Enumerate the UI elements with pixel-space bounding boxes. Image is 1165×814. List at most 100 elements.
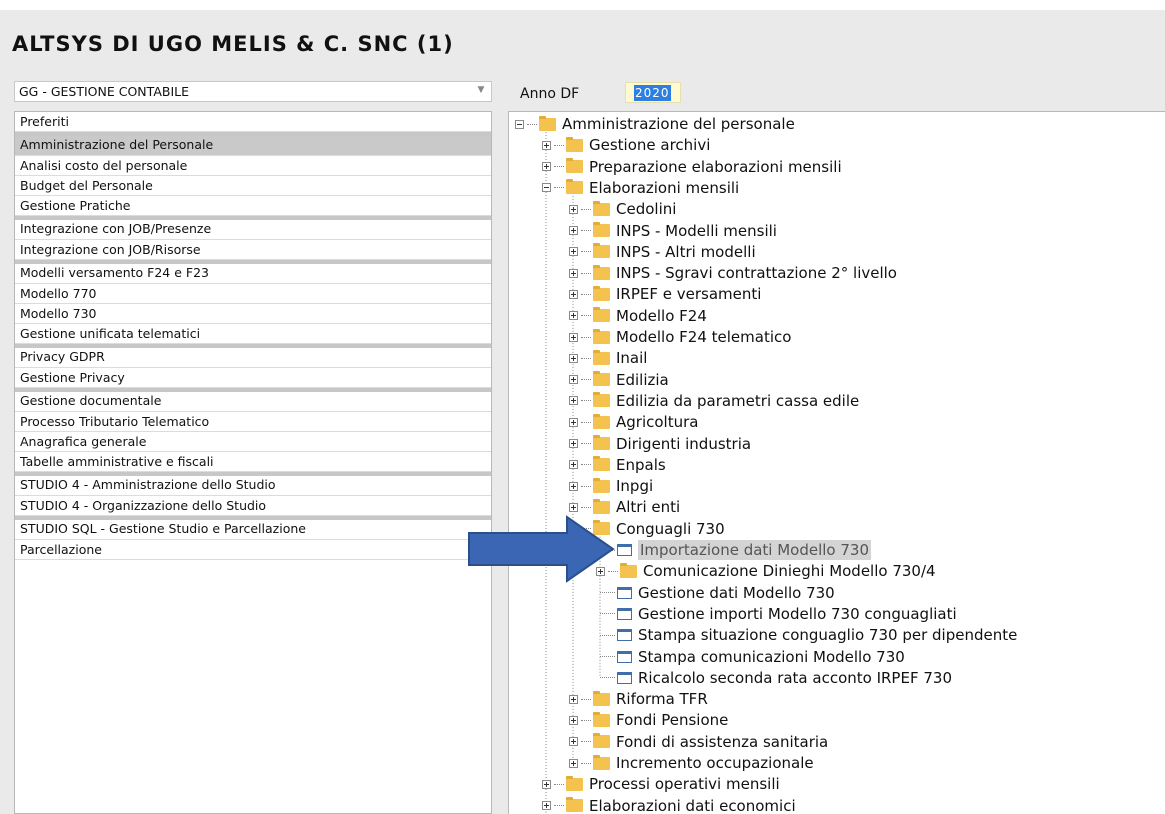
tree-node[interactable]: IRPEF e versamenti <box>569 284 761 304</box>
expand-icon[interactable] <box>569 396 578 406</box>
menu-item[interactable]: Gestione unificata telematici <box>15 324 491 344</box>
tree-node[interactable]: Importazione dati Modello 730 <box>596 540 872 560</box>
window-icon <box>617 544 632 556</box>
folder-icon <box>593 413 610 429</box>
menu-item[interactable]: Parcellazione <box>15 540 491 560</box>
expand-icon[interactable] <box>569 353 578 363</box>
expand-icon[interactable] <box>569 311 578 321</box>
menu-item[interactable]: Budget del Personale <box>15 176 491 196</box>
tree-node-label: INPS - Modelli mensili <box>616 221 777 240</box>
expand-icon[interactable] <box>569 502 578 512</box>
menu-item[interactable]: Modello 730 <box>15 304 491 324</box>
anno-label: Anno DF <box>520 86 580 102</box>
tree-node[interactable]: Stampa comunicazioni Modello 730 <box>596 647 905 667</box>
tree-node[interactable]: Fondi Pensione <box>569 710 728 730</box>
menu-item[interactable]: Modelli versamento F24 e F23 <box>15 260 491 284</box>
expand-icon[interactable] <box>569 460 578 470</box>
expand-icon[interactable] <box>569 204 578 214</box>
anno-input[interactable]: 2020 <box>625 82 681 103</box>
tree-node-label: Ricalcolo seconda rata acconto IRPEF 730 <box>638 668 952 687</box>
tree-node[interactable]: INPS - Sgravi contrattazione 2° livello <box>569 263 897 283</box>
tree-node[interactable]: Ricalcolo seconda rata acconto IRPEF 730 <box>596 668 952 688</box>
tree-node[interactable]: Gestione archivi <box>542 135 710 155</box>
tree-node[interactable]: Elaborazioni dati economici <box>542 796 796 814</box>
expand-icon[interactable] <box>569 375 578 385</box>
tree-node[interactable]: Edilizia <box>569 370 669 390</box>
tree-node[interactable]: Inail <box>569 348 647 368</box>
collapse-icon[interactable] <box>542 183 551 193</box>
tree-node[interactable]: Elaborazioni mensili <box>542 178 739 198</box>
module-select[interactable]: GG - GESTIONE CONTABILE ▼ <box>14 81 492 102</box>
tree-node-label: Altri enti <box>616 498 681 517</box>
tree-node[interactable]: Agricoltura <box>569 412 698 432</box>
tree-connector <box>554 166 564 168</box>
tree-node[interactable]: Gestione importi Modello 730 conguagliat… <box>596 604 957 624</box>
tree-node[interactable]: Dirigenti industria <box>569 434 751 454</box>
tree-node[interactable]: Edilizia da parametri cassa edile <box>569 391 859 411</box>
expand-icon[interactable] <box>569 715 578 725</box>
window-icon <box>617 586 632 599</box>
tree-node[interactable]: Cedolini <box>569 199 676 219</box>
menu-item[interactable]: Gestione Privacy <box>15 368 491 388</box>
tree-node-label: Gestione importi Modello 730 conguagliat… <box>638 604 957 623</box>
expand-icon[interactable] <box>542 779 551 789</box>
tree-node-label: Preparazione elaborazioni mensili <box>589 157 842 176</box>
tree-node[interactable]: Modello F24 telematico <box>569 327 791 347</box>
menu-item[interactable]: STUDIO 4 - Amministrazione dello Studio <box>15 472 491 496</box>
tree-node[interactable]: Amministrazione del personale <box>515 114 795 134</box>
menu-item[interactable]: Processo Tributario Telematico <box>15 412 491 432</box>
expand-icon[interactable] <box>569 737 578 747</box>
tree-node[interactable]: Modello F24 <box>569 306 707 326</box>
tree-connector <box>600 613 615 615</box>
tree-node[interactable]: Enpals <box>569 455 666 475</box>
menu-item[interactable]: Integrazione con JOB/Risorse <box>15 240 491 260</box>
expand-icon[interactable] <box>569 417 578 427</box>
chevron-down-icon[interactable]: ▼ <box>471 82 491 101</box>
menu-item[interactable]: Tabelle amministrative e fiscali <box>15 452 491 472</box>
expand-icon[interactable] <box>569 439 578 448</box>
tree-node[interactable]: Preparazione elaborazioni mensili <box>542 157 842 177</box>
menu-item[interactable]: Privacy GDPR <box>15 344 491 368</box>
expand-icon[interactable] <box>569 247 578 257</box>
tree-node-label: INPS - Altri modelli <box>616 242 756 261</box>
tree-connector <box>581 485 591 487</box>
menu-item[interactable]: Amministrazione del Personale <box>15 132 491 156</box>
tree-node[interactable]: Comunicazione Dinieghi Modello 730/4 <box>596 561 936 581</box>
folder-icon <box>593 371 610 387</box>
expand-icon[interactable] <box>542 162 551 172</box>
collapse-icon[interactable] <box>515 119 524 129</box>
tree-node[interactable]: INPS - Modelli mensili <box>569 221 777 241</box>
expand-icon[interactable] <box>569 758 578 768</box>
expand-icon[interactable] <box>569 694 578 704</box>
tree-node[interactable]: Processi operativi mensili <box>542 774 780 794</box>
expand-icon[interactable] <box>569 481 578 491</box>
menu-item[interactable]: Anagrafica generale <box>15 432 491 452</box>
folder-icon <box>539 115 556 131</box>
tree-node-label: IRPEF e versamenti <box>616 285 762 304</box>
expand-icon[interactable] <box>569 332 578 342</box>
expand-icon[interactable] <box>542 801 551 811</box>
tree-node[interactable]: Incremento occupazionale <box>569 753 814 773</box>
expand-icon[interactable] <box>569 289 578 299</box>
tree-node[interactable]: Stampa situazione conguaglio 730 per dip… <box>596 625 1017 645</box>
expand-icon[interactable] <box>542 140 551 150</box>
tree-node[interactable]: Riforma TFR <box>569 689 708 709</box>
tree-connector <box>600 656 615 657</box>
menu-item[interactable]: Gestione Pratiche <box>15 196 491 216</box>
tree-node[interactable]: Gestione dati Modello 730 <box>596 583 835 603</box>
tree-node[interactable]: INPS - Altri modelli <box>569 242 756 262</box>
menu-item[interactable]: Analisi costo del personale <box>15 156 491 176</box>
menu-item[interactable]: Gestione documentale <box>15 388 491 412</box>
menu-item[interactable]: STUDIO 4 - Organizzazione dello Studio <box>15 496 491 516</box>
menu-item[interactable]: Modello 770 <box>15 284 491 304</box>
tree-node-label: Enpals <box>616 455 666 474</box>
tree-node[interactable]: Fondi di assistenza sanitaria <box>569 732 828 752</box>
tree-node[interactable]: Inpgi <box>569 476 653 496</box>
tree-connector <box>581 251 591 253</box>
tree-node-label: Modello F24 <box>616 306 707 325</box>
menu-item[interactable]: Preferiti <box>15 112 491 132</box>
menu-item[interactable]: STUDIO SQL - Gestione Studio e Parcellaz… <box>15 516 491 540</box>
expand-icon[interactable] <box>569 226 578 235</box>
menu-item[interactable]: Integrazione con JOB/Presenze <box>15 216 491 240</box>
expand-icon[interactable] <box>569 268 578 278</box>
